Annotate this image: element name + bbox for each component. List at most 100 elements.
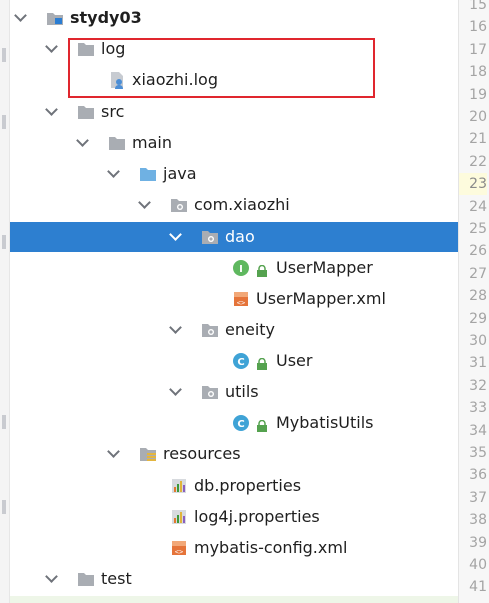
- line-number: 17: [469, 41, 487, 58]
- tree-item[interactable]: <> mybatis-config.xml: [10, 533, 458, 563]
- chevron-down-icon[interactable]: [45, 40, 58, 53]
- chevron-down-icon[interactable]: [169, 383, 182, 396]
- lock-icon: [256, 355, 268, 370]
- chevron-down-icon[interactable]: [45, 570, 58, 583]
- package-icon: [201, 228, 219, 246]
- line-number: 38: [469, 512, 487, 529]
- tree-item-label: src: [101, 102, 125, 121]
- class-icon: C: [232, 352, 250, 370]
- line-number: 19: [469, 86, 487, 103]
- tree-item[interactable]: C User: [10, 346, 458, 376]
- tree-item[interactable]: resources: [10, 439, 458, 469]
- folder-icon: [108, 134, 126, 152]
- line-number: 23: [459, 173, 487, 196]
- chevron-down-icon[interactable]: [14, 9, 27, 22]
- folder-icon: [77, 103, 95, 121]
- line-number: 22: [469, 153, 487, 170]
- package-icon: [170, 196, 188, 214]
- tree-item-label: UserMapper: [276, 258, 373, 277]
- line-number: 31: [469, 355, 487, 372]
- line-number: 26: [469, 243, 487, 260]
- tree-item[interactable]: log4j.properties: [10, 502, 458, 532]
- chevron-down-icon[interactable]: [138, 196, 151, 209]
- line-number: 33: [469, 400, 487, 417]
- tree-item[interactable]: eneity: [10, 315, 458, 345]
- tree-item[interactable]: com.xiaozhi: [10, 190, 458, 220]
- tree-item-label: utils: [225, 382, 259, 401]
- tree-item-label: log4j.properties: [194, 507, 320, 526]
- line-number: 18: [469, 64, 487, 81]
- chevron-down-icon[interactable]: [169, 228, 182, 241]
- package-icon: [201, 321, 219, 339]
- chevron-down-icon[interactable]: [76, 134, 89, 147]
- svg-text:<>: <>: [237, 299, 245, 307]
- tree-item-label: User: [276, 351, 313, 370]
- tree-item[interactable]: C MybatisUtils: [10, 408, 458, 438]
- tree-item-label: dao: [225, 227, 255, 246]
- tree-item[interactable]: java: [10, 159, 458, 189]
- highlight-box: [68, 38, 375, 98]
- interface-icon: I: [232, 259, 250, 277]
- line-number: 29: [469, 310, 487, 327]
- line-number: 15: [469, 0, 487, 13]
- tree-item-label: UserMapper.xml: [256, 289, 386, 308]
- svg-text:C: C: [237, 419, 244, 430]
- class-icon: C: [232, 414, 250, 432]
- svg-text:I: I: [239, 264, 243, 275]
- line-number: 36: [469, 467, 487, 484]
- svg-text:<>: <>: [175, 548, 183, 556]
- line-number: 20: [469, 109, 487, 125]
- line-number: 28: [469, 288, 487, 305]
- properties-file-icon: [170, 508, 188, 526]
- tree-item[interactable]: stydy03: [10, 3, 458, 33]
- tree-item[interactable]: dao: [10, 222, 458, 252]
- tree-item[interactable]: db.properties: [10, 471, 458, 501]
- line-number: 32: [469, 377, 487, 394]
- tree-item-label: test: [101, 569, 132, 588]
- lock-icon: [256, 262, 268, 277]
- properties-file-icon: [170, 477, 188, 495]
- tree-item[interactable]: <> UserMapper.xml: [10, 284, 458, 314]
- package-icon: [201, 383, 219, 401]
- chevron-down-icon[interactable]: [169, 321, 182, 334]
- tree-item[interactable]: I UserMapper: [10, 253, 458, 283]
- resources-folder-icon: [139, 445, 157, 463]
- line-number: 27: [469, 265, 487, 282]
- xml-file-icon: <>: [170, 539, 188, 557]
- tree-item-label: java: [163, 164, 197, 183]
- project-tree: stydy03 log xiaozhi.log src main java com.xiao…: [0, 0, 458, 603]
- tree-item-label: eneity: [225, 320, 276, 339]
- lock-icon: [256, 417, 268, 432]
- tree-item-label: main: [132, 133, 172, 152]
- line-number: 41: [469, 579, 487, 596]
- line-number: 25: [469, 221, 487, 237]
- svg-text:C: C: [237, 357, 244, 368]
- line-number: 40: [469, 557, 487, 573]
- chevron-down-icon[interactable]: [107, 445, 120, 458]
- tree-item-label: MybatisUtils: [276, 413, 374, 432]
- line-number: 34: [469, 422, 487, 439]
- source-folder-icon: [139, 165, 157, 183]
- line-number: 21: [469, 131, 487, 148]
- chevron-down-icon[interactable]: [107, 165, 120, 178]
- line-number: 39: [469, 534, 487, 551]
- tree-item-label: com.xiaozhi: [194, 195, 290, 214]
- line-number-gutter: 15 16 17 18 19 20 21 22 23 24 25 26 27 28 29 30 31 32 33 34…: [458, 0, 489, 603]
- tree-item[interactable]: test: [10, 564, 458, 594]
- tree-item[interactable]: src: [10, 97, 458, 127]
- tree-item-label: mybatis-config.xml: [194, 538, 348, 557]
- bottom-row-tint: [10, 596, 458, 603]
- chevron-down-icon[interactable]: [45, 103, 58, 116]
- tree-item-label: resources: [163, 444, 241, 463]
- line-number: 16: [469, 19, 487, 36]
- tree-item-label: db.properties: [194, 476, 302, 495]
- xml-file-icon: <>: [232, 290, 250, 308]
- folder-icon: [77, 570, 95, 588]
- tree-item-label: stydy03: [70, 8, 142, 27]
- module-folder-icon: [46, 9, 64, 27]
- line-number: 37: [469, 489, 487, 506]
- line-number: 30: [469, 333, 487, 349]
- tree-item[interactable]: utils: [10, 377, 458, 407]
- line-number: 24: [469, 198, 487, 215]
- tree-item[interactable]: main: [10, 128, 458, 158]
